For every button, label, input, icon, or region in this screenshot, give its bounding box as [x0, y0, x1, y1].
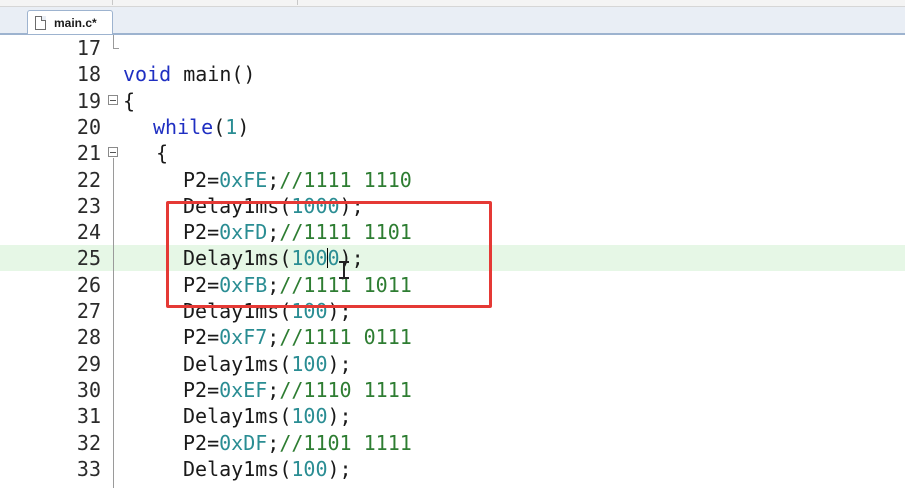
line-number: 20	[76, 114, 101, 139]
code-text: P2=0xFE;//1111 1110	[183, 167, 412, 193]
code-token: Delay1ms(	[183, 404, 292, 429]
line-number: 33	[76, 456, 101, 481]
line-number: 30	[76, 377, 101, 402]
line-number: 31	[76, 404, 101, 429]
code-line[interactable]: 29 Delay1ms(100);	[0, 351, 905, 377]
code-text: Delay1ms(100);	[183, 456, 352, 482]
line-number: 27	[76, 299, 101, 323]
code-token: ;	[267, 430, 280, 455]
code-token: );	[327, 404, 352, 429]
code-line[interactable]: 21 {	[0, 140, 905, 166]
code-line[interactable]: 33 Delay1ms(100);	[0, 456, 905, 482]
toolbar-segment	[112, 0, 298, 5]
code-text: Delay1ms(100);	[183, 403, 352, 429]
file-icon	[35, 15, 46, 30]
code-token: main()	[171, 62, 256, 87]
code-text: void main()	[123, 61, 255, 87]
toolbar-segment	[0, 0, 113, 5]
line-number: 26	[76, 272, 101, 297]
code-token: 100	[291, 351, 328, 376]
tab-label: main.c*	[54, 15, 97, 30]
code-token: {	[156, 141, 169, 166]
line-number: 23	[76, 193, 101, 218]
file-tab-strip: main.c*	[0, 7, 905, 35]
fold-guide-line	[113, 35, 114, 49]
code-token: //1101 1111	[279, 430, 412, 455]
code-token: Delay1ms(	[183, 351, 292, 376]
fold-guide-line	[113, 157, 114, 488]
code-token: (	[213, 114, 226, 139]
code-text: P2=0xF7;//1111 0111	[183, 324, 412, 350]
code-token: 100	[291, 456, 328, 481]
code-token: ;	[267, 377, 280, 402]
code-text: {	[123, 88, 135, 114]
window-top-strip	[0, 0, 905, 7]
code-line[interactable]: 22 P2=0xFE;//1111 1110	[0, 167, 905, 193]
code-line[interactable]: 19 {	[0, 88, 905, 114]
code-line[interactable]: 30 P2=0xEF;//1110 1111	[0, 377, 905, 403]
code-token: ;	[267, 325, 280, 350]
code-token: Delay1ms(	[183, 456, 292, 481]
code-text: {	[156, 140, 168, 166]
code-token: P2=	[183, 377, 220, 402]
code-line[interactable]: 20 while(1)	[0, 114, 905, 140]
code-token: P2=	[183, 325, 220, 350]
code-text: Delay1ms(100);	[183, 351, 352, 377]
line-number: 29	[76, 351, 101, 376]
line-number: 17	[76, 36, 101, 60]
code-token: ;	[267, 167, 280, 192]
code-line[interactable]: 18 void main()	[0, 61, 905, 87]
tab-main-c[interactable]: main.c*	[27, 10, 113, 34]
code-line[interactable]: 28 P2=0xF7;//1111 0111	[0, 324, 905, 350]
fold-guide-line	[113, 48, 119, 49]
code-token: 0xEF	[219, 377, 268, 402]
annotation-highlight-box	[166, 201, 492, 308]
line-number: 22	[76, 167, 101, 192]
code-token: //1111 1110	[279, 167, 412, 192]
code-line[interactable]: 17	[0, 35, 905, 61]
code-token: //1110 1111	[279, 377, 412, 402]
code-text: P2=0xDF;//1101 1111	[183, 430, 412, 456]
line-number: 28	[76, 325, 101, 350]
code-token: void	[123, 62, 172, 87]
fold-toggle-icon[interactable]	[108, 147, 118, 158]
code-editor[interactable]: 17 18 void main() 19{20 while(1) 21{22 P2=0xFE…	[0, 35, 905, 488]
code-token: 1	[225, 114, 238, 139]
line-number: 19	[76, 88, 101, 113]
code-text: while(1)	[153, 114, 249, 140]
code-token: 0xF7	[219, 325, 268, 350]
code-token: P2=	[183, 430, 220, 455]
line-number: 25	[76, 246, 101, 271]
code-line[interactable]: 31 Delay1ms(100);	[0, 403, 905, 429]
line-number: 18	[76, 62, 101, 87]
code-text: P2=0xEF;//1110 1111	[183, 377, 412, 403]
code-token: 0xFE	[219, 167, 268, 192]
code-token: 0xDF	[219, 430, 268, 455]
code-token: while	[153, 114, 214, 139]
code-token: //1111 0111	[279, 325, 412, 350]
line-number: 32	[76, 430, 101, 455]
code-token: )	[237, 114, 250, 139]
line-number: 21	[76, 141, 101, 166]
code-token: 100	[291, 404, 328, 429]
line-number: 24	[76, 220, 101, 245]
code-line[interactable]: 32 P2=0xDF;//1101 1111	[0, 430, 905, 456]
code-token: P2=	[183, 167, 220, 192]
code-token: );	[327, 456, 352, 481]
fold-toggle-icon[interactable]	[108, 94, 118, 105]
code-token: );	[327, 351, 352, 376]
code-token: {	[123, 88, 136, 113]
